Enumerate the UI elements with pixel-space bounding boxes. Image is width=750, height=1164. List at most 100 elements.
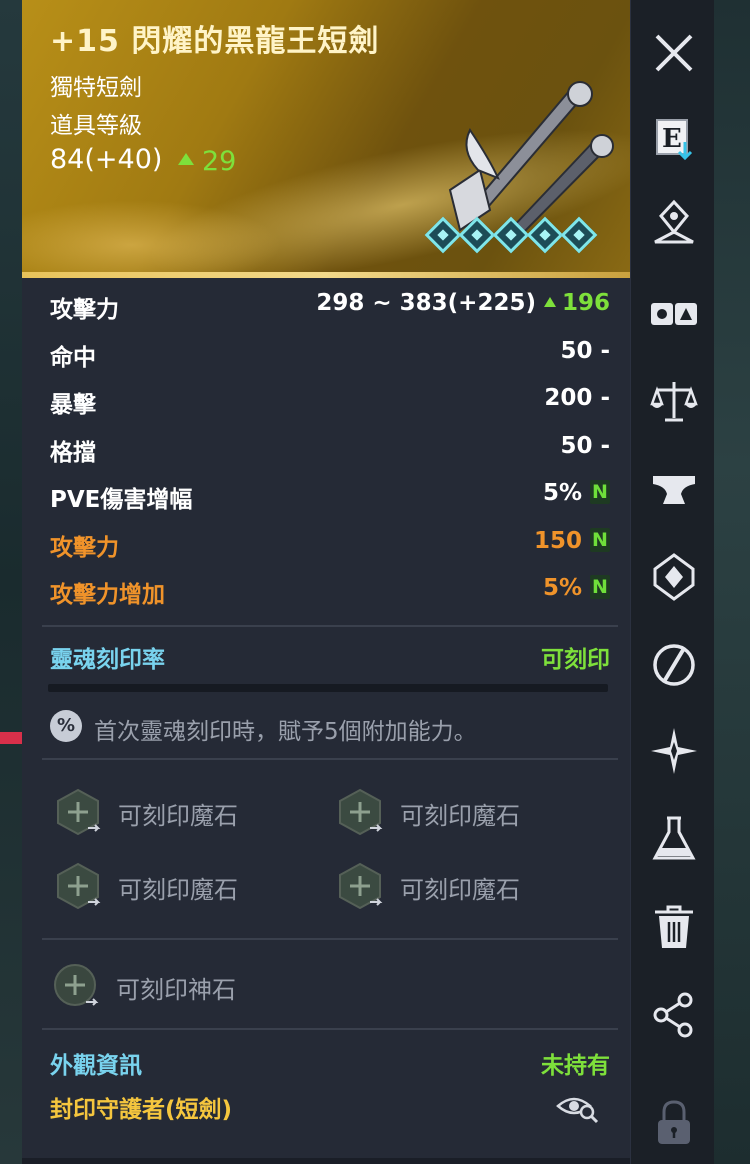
stat-value: 298 ~ 383(+225) 196 bbox=[316, 290, 610, 316]
item-type: 獨特短劍 bbox=[50, 75, 142, 101]
percent-icon: % bbox=[50, 710, 82, 742]
map-pin-icon bbox=[654, 199, 694, 244]
stat-value: 50 - bbox=[560, 338, 610, 364]
up-arrow-icon bbox=[543, 297, 556, 307]
star-burst-icon bbox=[651, 728, 697, 774]
exchange-button[interactable] bbox=[647, 638, 701, 692]
stat-value-text: 5% bbox=[542, 575, 582, 601]
new-badge: N bbox=[590, 480, 610, 504]
soul-imprint-note: % 首次靈魂刻印時，賦予5個附加能力。 bbox=[50, 708, 610, 745]
section-divider bbox=[42, 758, 618, 760]
empty-manastone-icon bbox=[57, 788, 101, 836]
item-header: +15 閃耀的黑龍王短劍 獨特短劍 道具等級 84(+40) 29 bbox=[22, 0, 630, 278]
swap-icon bbox=[653, 644, 695, 686]
background-right-strip bbox=[714, 0, 750, 1164]
stat-value: 50 - bbox=[560, 433, 610, 459]
empty-godstone-icon bbox=[54, 964, 99, 1006]
stat-label: PVE傷害增幅 bbox=[50, 487, 193, 513]
stat-row-accuracy: 命中 50 - bbox=[22, 334, 630, 374]
enchant-gems bbox=[424, 216, 598, 254]
enchant-gem-icon bbox=[526, 216, 564, 254]
stat-value-text: 150 bbox=[533, 528, 582, 554]
stat-diff: 196 bbox=[536, 290, 610, 316]
appearance-label: 外觀資訊 bbox=[50, 1053, 142, 1079]
socket-button[interactable] bbox=[647, 550, 701, 604]
enchant-button[interactable] bbox=[647, 462, 701, 516]
enchant-gem-icon bbox=[560, 216, 598, 254]
item-level-diff-value: 29 bbox=[202, 146, 237, 177]
close-button[interactable] bbox=[647, 26, 701, 80]
svg-text:E: E bbox=[662, 124, 682, 154]
stat-row-pve-damage: PVE傷害增幅 5% N bbox=[22, 476, 630, 516]
share-icon bbox=[653, 992, 693, 1038]
stat-label: 攻擊力 bbox=[50, 535, 119, 561]
appraise-button[interactable] bbox=[647, 374, 701, 428]
panel-bottom-edge bbox=[22, 1158, 630, 1164]
new-badge: N bbox=[590, 575, 610, 599]
item-tooltip-panel: +15 閃耀的黑龍王短劍 獨特短劍 道具等級 84(+40) 29 攻擊力 29… bbox=[22, 0, 630, 1164]
stat-value-text: 298 ~ 383(+225) bbox=[316, 290, 536, 316]
anvil-icon bbox=[653, 476, 695, 504]
enchant-gem-icon bbox=[492, 216, 530, 254]
gem-socket-icon bbox=[653, 553, 695, 601]
stat-row-block: 格擋 50 - bbox=[22, 429, 630, 469]
godstone-slot-label: 可刻印神石 bbox=[116, 976, 236, 1004]
background-left-strip bbox=[0, 0, 22, 1164]
soul-imprint-status: 可刻印 bbox=[541, 647, 610, 673]
equip-button[interactable]: E bbox=[647, 112, 701, 166]
item-level-value: 84(+40) bbox=[50, 144, 163, 175]
stat-row-bonus-attack: 攻擊力 150 N bbox=[22, 524, 630, 564]
manastone-slot-label: 可刻印魔石 bbox=[118, 802, 238, 830]
item-level-label: 道具等級 bbox=[50, 113, 142, 139]
stat-label: 暴擊 bbox=[50, 392, 96, 418]
stat-row-crit: 暴擊 200 - bbox=[22, 381, 630, 421]
lock-icon bbox=[658, 1100, 690, 1144]
manastone-slot-label: 可刻印魔石 bbox=[400, 802, 520, 830]
up-arrow-icon bbox=[178, 153, 194, 165]
empty-manastone-icon bbox=[57, 862, 101, 910]
empty-manastone-icon bbox=[339, 862, 383, 910]
enchant-gem-icon bbox=[458, 216, 496, 254]
new-badge: N bbox=[590, 528, 610, 552]
trash-icon bbox=[655, 905, 693, 948]
header-divider bbox=[22, 272, 630, 278]
share-button[interactable] bbox=[647, 988, 701, 1042]
extract-button[interactable] bbox=[647, 812, 701, 866]
empty-manastone-icon bbox=[339, 788, 383, 836]
manastone-slot-label: 可刻印魔石 bbox=[118, 876, 238, 904]
stat-value: 200 - bbox=[544, 385, 610, 411]
soul-imprint-bar bbox=[48, 684, 608, 692]
manastone-slot-label: 可刻印魔石 bbox=[400, 876, 520, 904]
stat-row-attack: 攻擊力 298 ~ 383(+225) 196 bbox=[22, 286, 630, 326]
soul-imprint-label: 靈魂刻印率 bbox=[50, 647, 165, 673]
soul-imprint-note-text: 首次靈魂刻印時，賦予5個附加能力。 bbox=[94, 719, 477, 745]
item-level-diff: 29 bbox=[178, 146, 236, 177]
appearance-status: 未持有 bbox=[541, 1053, 610, 1079]
section-divider bbox=[42, 938, 618, 940]
stat-value: 5% N bbox=[543, 480, 610, 506]
close-icon bbox=[655, 34, 693, 72]
stat-value: 150 N bbox=[534, 528, 610, 554]
awaken-button[interactable] bbox=[647, 724, 701, 778]
appearance-name: 封印守護者(短劍) bbox=[50, 1097, 233, 1123]
scales-icon bbox=[650, 382, 698, 422]
enchant-gem-icon bbox=[424, 216, 462, 254]
stat-label: 命中 bbox=[50, 345, 96, 371]
stat-diff-value: 196 bbox=[561, 290, 610, 316]
section-divider bbox=[42, 625, 618, 627]
lock-button[interactable] bbox=[647, 1096, 701, 1150]
appearance-preview-icon[interactable] bbox=[556, 1090, 600, 1124]
locate-button[interactable] bbox=[647, 196, 701, 250]
equip-icon: E bbox=[656, 119, 693, 161]
compare-button[interactable] bbox=[647, 288, 701, 342]
discard-button[interactable] bbox=[647, 900, 701, 954]
section-divider bbox=[42, 1028, 618, 1030]
stat-label: 攻擊力增加 bbox=[50, 582, 165, 608]
stat-label: 攻擊力 bbox=[50, 297, 119, 323]
item-action-toolbar: E bbox=[630, 0, 714, 1164]
header-glow-secondary bbox=[22, 200, 282, 278]
dagger-item-icon bbox=[448, 81, 614, 238]
background-red-marker bbox=[0, 732, 22, 744]
stat-row-attack-increase: 攻擊力增加 5% N bbox=[22, 571, 630, 611]
stat-value-text: 5% bbox=[542, 480, 582, 506]
